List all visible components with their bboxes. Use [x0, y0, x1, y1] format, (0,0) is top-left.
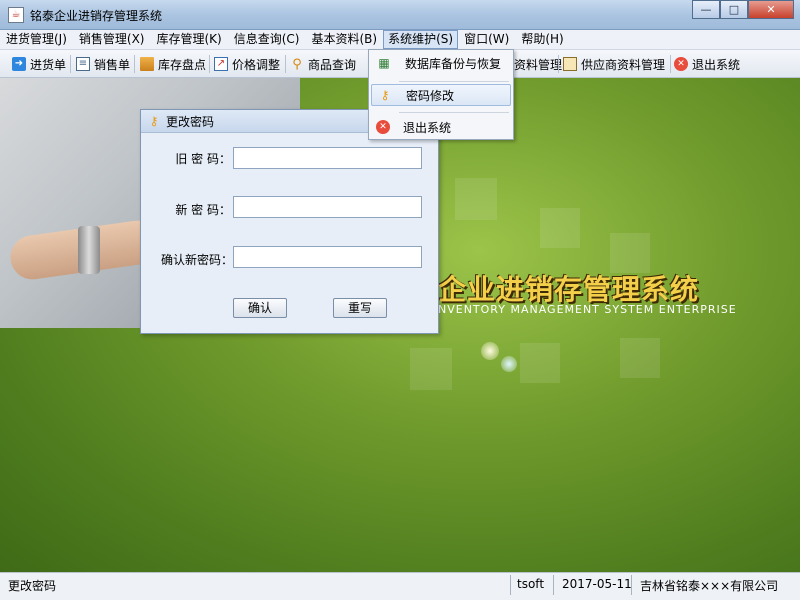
- new-password-label: 新 密 码：: [175, 203, 231, 217]
- inventory-icon: [140, 57, 154, 71]
- decor-square: [540, 208, 580, 248]
- exit-icon: ✕: [674, 57, 688, 71]
- toolbar-separator: [134, 55, 135, 73]
- decor-square: [520, 343, 560, 383]
- menu-inventory[interactable]: 库存管理(K): [151, 30, 228, 49]
- toolbar-separator: [70, 55, 71, 73]
- system-maintenance-dropdown: ▦ 数据库备份与恢复 ⚷ 密码修改 ✕ 退出系统: [368, 49, 514, 140]
- decor-square: [620, 338, 660, 378]
- confirm-button[interactable]: 确认: [233, 298, 287, 318]
- menu-item-exit[interactable]: ✕ 退出系统: [371, 116, 511, 138]
- toolbar-separator: [285, 55, 286, 73]
- confirm-password-input[interactable]: [233, 246, 422, 268]
- menu-item-change-password[interactable]: ⚷ 密码修改: [371, 84, 511, 106]
- status-bar: 更改密码 tsoft 2017-05-11 吉林省铭泰×××有限公司: [0, 572, 800, 600]
- menu-basic-data[interactable]: 基本资料(B): [305, 30, 383, 49]
- brand-title-cn: 企业进销存管理系统: [438, 273, 700, 306]
- window-titlebar[interactable]: ☕ 铭泰企业进销存管理系统 — □ ✕: [0, 0, 800, 30]
- window-title: 铭泰企业进销存管理系统: [30, 9, 163, 23]
- status-separator: [631, 575, 632, 595]
- brand-title-en: NVENTORY MANAGEMENT SYSTEM ENTERPRISE: [438, 303, 737, 316]
- toolbar-separator: [558, 55, 559, 73]
- toolbar-label: 供应商资料管理: [581, 57, 666, 72]
- background-watch-graphic: [78, 226, 100, 274]
- search-user-icon: ⚲: [292, 56, 302, 72]
- close-button[interactable]: ✕: [748, 0, 794, 19]
- status-company: 吉林省铭泰×××有限公司: [640, 579, 779, 593]
- toolbar-purchase-order[interactable]: ➜ 进货单: [12, 54, 66, 74]
- menu-item-label: 数据库备份与恢复: [405, 56, 502, 71]
- maximize-button[interactable]: □: [720, 0, 748, 19]
- menu-window[interactable]: 窗口(W): [458, 30, 515, 49]
- menu-item-label: 密码修改: [406, 88, 455, 103]
- menu-purchase[interactable]: 进货管理(J): [0, 30, 73, 49]
- exit-icon: ✕: [376, 120, 390, 134]
- toolbar-supplier-management[interactable]: 供应商资料管理: [563, 54, 665, 74]
- document-icon: ≡: [76, 57, 90, 71]
- close-icon: ✕: [766, 3, 776, 16]
- menu-separator: [399, 81, 509, 82]
- menu-item-label: 退出系统: [403, 120, 452, 135]
- decor-square: [455, 178, 497, 220]
- status-separator: [510, 575, 511, 595]
- status-message: 更改密码: [8, 579, 57, 593]
- status-user: tsoft: [517, 577, 545, 591]
- minimize-icon: —: [700, 3, 712, 16]
- new-password-input[interactable]: [233, 196, 422, 218]
- toolbar-label: 退出系统: [692, 57, 741, 72]
- toolbar-label: 价格调整: [232, 57, 281, 72]
- menu-separator: [399, 112, 509, 113]
- toolbar-product-query[interactable]: ⚲ 商品查询: [290, 54, 356, 74]
- menu-bar: 进货管理(J) 销售管理(X) 库存管理(K) 信息查询(C) 基本资料(B) …: [0, 30, 800, 50]
- maximize-icon: □: [728, 3, 740, 16]
- decor-square: [610, 233, 650, 273]
- key-icon: ⚷: [149, 114, 159, 128]
- dialog-title: 更改密码: [166, 114, 215, 129]
- toolbar-separator: [670, 55, 671, 73]
- decor-light: [481, 342, 499, 360]
- toolbar-separator: [209, 55, 210, 73]
- toolbar-label: 库存盘点: [158, 57, 207, 72]
- status-date: 2017-05-11: [562, 577, 632, 591]
- toolbar-price-adjust[interactable]: ↗ 价格调整: [214, 54, 280, 74]
- key-icon: ⚷: [380, 88, 390, 102]
- menu-sales[interactable]: 销售管理(X): [73, 30, 151, 49]
- toolbar-sales-order[interactable]: ≡ 销售单: [76, 54, 130, 74]
- java-app-icon: ☕: [8, 7, 24, 23]
- arrow-in-icon: ➜: [12, 57, 26, 71]
- toolbar-label: 商品查询: [308, 57, 357, 72]
- supplier-icon: [563, 57, 577, 71]
- menu-item-database-backup[interactable]: ▦ 数据库备份与恢复: [371, 52, 511, 74]
- change-password-dialog: ⚷ 更改密码 旧 密 码： 新 密 码： 确认新密码： 确认 重写: [140, 109, 439, 334]
- toolbar-exit[interactable]: ✕ 退出系统: [674, 54, 740, 74]
- decor-light: [501, 356, 517, 372]
- toolbar-data-management[interactable]: 资料管理: [514, 54, 562, 74]
- database-icon: ▦: [378, 56, 390, 70]
- toolbar-label: 资料管理: [514, 57, 563, 72]
- reset-button[interactable]: 重写: [333, 298, 387, 318]
- menu-query[interactable]: 信息查询(C): [228, 30, 306, 49]
- status-separator: [553, 575, 554, 595]
- minimize-button[interactable]: —: [692, 0, 720, 19]
- window-controls: — □ ✕: [692, 0, 794, 20]
- menu-help[interactable]: 帮助(H): [515, 30, 569, 49]
- menu-system-maintenance[interactable]: 系统维护(S): [383, 30, 459, 49]
- toolbar-stocktaking[interactable]: 库存盘点: [140, 54, 206, 74]
- confirm-password-label: 确认新密码：: [160, 253, 233, 267]
- chart-icon: ↗: [214, 57, 228, 71]
- toolbar-label: 销售单: [94, 57, 131, 72]
- toolbar-label: 进货单: [30, 57, 67, 72]
- old-password-label: 旧 密 码：: [175, 152, 231, 166]
- decor-square: [410, 348, 452, 390]
- old-password-input[interactable]: [233, 147, 422, 169]
